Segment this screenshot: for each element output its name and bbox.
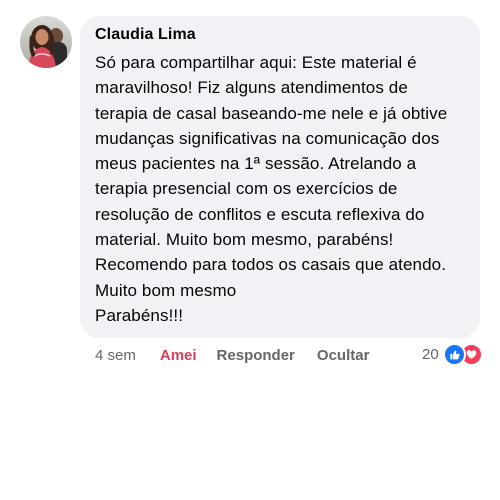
comment-text-line: material. Muito bom mesmo, parabéns! [95, 230, 394, 250]
comment-author[interactable]: Claudia Lima [95, 25, 468, 45]
reaction-count: 20 [422, 345, 439, 363]
comment-timestamp[interactable]: 4 sem [95, 347, 136, 364]
comment-actions: 4 sem Amei Responder Ocultar [95, 344, 369, 366]
comment-text-line: Só para compartilhar aqui: Este material… [95, 53, 417, 72]
comment-page: Claudia Lima Só para compartilhar aqui: … [0, 0, 500, 500]
avatar-photo [20, 16, 72, 68]
reply-button[interactable]: Responder [217, 347, 295, 364]
comment-text-line: Muito bom mesmo [95, 280, 237, 300]
comment-text-line: terapia presencial com os exercícios de [95, 179, 398, 199]
comment-text-line: terapia de casal baseando-me nele e já o… [95, 103, 448, 123]
comment-text-line: maravilhoso! Fiz alguns atendimentos de [95, 78, 408, 98]
love-reaction-button[interactable]: Amei [160, 347, 197, 364]
comment-text-line: Recomendo para todos os casais que atend… [95, 255, 447, 275]
comment-text-line: mudanças significativas na comunicação d… [95, 128, 440, 148]
reaction-summary[interactable]: 20 [422, 342, 483, 366]
avatar[interactable] [20, 16, 72, 68]
comment-text: Só para compartilhar aqui: Este material… [95, 50, 468, 328]
comment-bubble: Claudia Lima Só para compartilhar aqui: … [80, 16, 480, 338]
comment-text-line: Parabéns!!! [95, 305, 184, 325]
like-icon [442, 342, 466, 366]
comment-text-line: meus pacientes na 1ª sessão. Atrelando a [95, 154, 417, 174]
comment-text-line: resolução de conflitos e escuta reflexiv… [95, 204, 425, 224]
hide-button[interactable]: Ocultar [317, 347, 370, 364]
